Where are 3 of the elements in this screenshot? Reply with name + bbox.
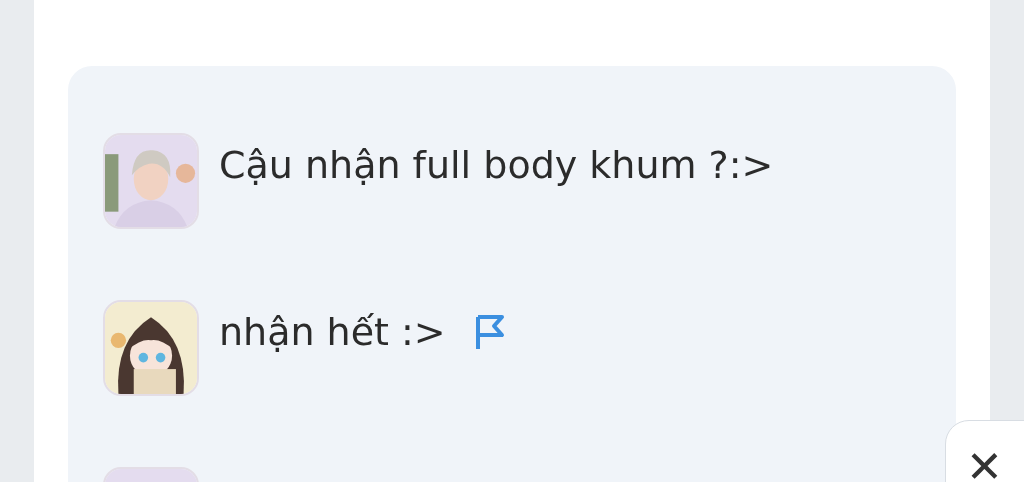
comment-text: Cậu nhận full body khum ?:> bbox=[219, 142, 774, 189]
comment-text: nhận hết :> bbox=[219, 309, 446, 356]
close-button[interactable]: ✕ bbox=[945, 420, 1024, 482]
